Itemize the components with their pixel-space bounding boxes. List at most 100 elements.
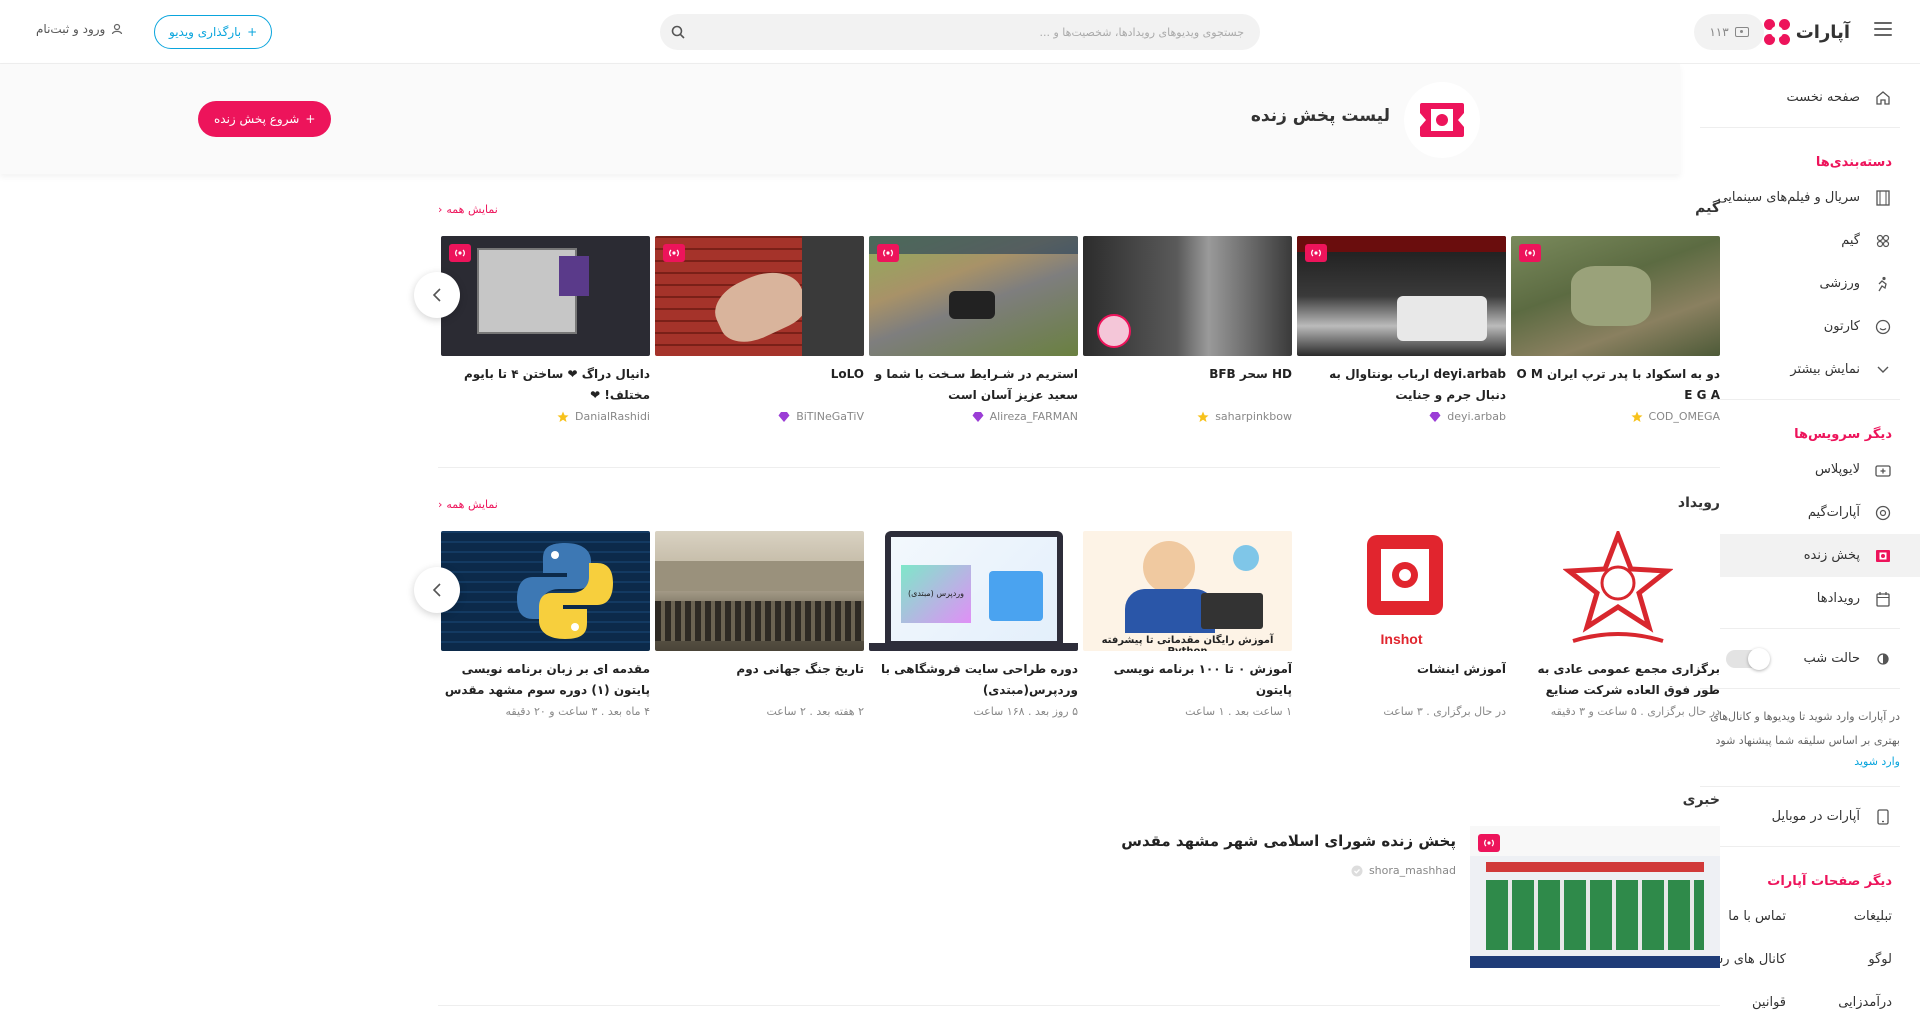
event-meta: ۱ ساعت بعد . ۱ ساعت (1185, 705, 1292, 718)
sidebar-item-home[interactable]: صفحه نخست (1680, 76, 1920, 119)
night-mode-icon (1874, 650, 1892, 668)
live-icon (1874, 547, 1892, 565)
channel-row[interactable]: Alireza_FARMAN (869, 410, 1078, 423)
search-icon[interactable] (660, 14, 696, 50)
event-meta: ۲ هفته بعد . ۲ ساعت (766, 705, 865, 718)
event-card[interactable]: Inshot آموزش اینشات در حال برگزاری . ۳ س… (1297, 531, 1506, 718)
event-title[interactable]: آموزش ۰ تا ۱۰۰ برنامه نویسی پایتون (1083, 659, 1292, 701)
thumbnail[interactable] (441, 531, 650, 651)
news-title[interactable]: پخش زنده شورای اسلامی شهر مشهد مقدس (1121, 832, 1456, 850)
event-card[interactable]: وردپرس (مبتدی) دوره طراحی سایت فروشگاهی … (869, 531, 1078, 718)
video-card[interactable]: دانیال دراگ ❤ ساختن ۴ تا بایوم مختلف! ❤ … (441, 236, 650, 423)
chevron-left-icon: ‹ (438, 203, 443, 216)
video-title[interactable]: HD سحر BFB (1083, 364, 1292, 406)
start-live-button[interactable]: + شروع پخش زنده (198, 101, 332, 137)
star-icon (557, 411, 569, 422)
search-input[interactable] (696, 14, 1260, 50)
video-card[interactable]: دو به اسکواد با پدر ترپ ایران O M E G A … (1511, 236, 1720, 423)
thumbnail[interactable]: وردپرس (مبتدی) (869, 531, 1078, 651)
video-title[interactable]: استریم در شـرایط سـخت با شما و سعید عزیز… (869, 364, 1078, 406)
channel-row[interactable]: DanialRashidi (441, 410, 650, 423)
aparat-game-icon (1874, 504, 1892, 522)
event-meta: ۵ روز بعد . ۱۶۸ ساعت (973, 705, 1078, 718)
top-header: آپارات ۱۱۳ + بارگذاری ویدیو ورود و ثبت‌ن… (0, 0, 1920, 64)
section-title: گیم (1695, 200, 1720, 216)
channel-row[interactable]: BiTINeGaTiV (655, 410, 864, 423)
channel-row[interactable]: shora_mashhad (1121, 864, 1456, 877)
carousel-next-button[interactable] (414, 272, 460, 318)
event-title[interactable]: تاریخ جنگ جهانی دوم (655, 659, 864, 701)
channel-name: shora_mashhad (1368, 864, 1456, 877)
video-title[interactable]: LoLO (655, 364, 864, 406)
video-title[interactable]: دو به اسکواد با پدر ترپ ایران O M E G A (1511, 364, 1721, 406)
upload-video-button[interactable]: + بارگذاری ویدیو (154, 15, 273, 49)
thumbnail[interactable] (1470, 826, 1720, 968)
video-card[interactable]: HD سحر BFB saharpinkbow (1083, 236, 1292, 423)
event-card[interactable]: تاریخ جنگ جهانی دوم ۲ هفته بعد . ۲ ساعت (655, 531, 864, 718)
event-card[interactable]: مقدمه ای بر زبان برنامه نویسی پایتون (۱)… (441, 531, 650, 718)
video-card[interactable]: LoLO BiTINeGaTiV (655, 236, 864, 423)
event-card[interactable]: برگزاری مجمع عمومی عادی به طور فوق العاد… (1511, 531, 1720, 718)
diamond-icon (1429, 411, 1441, 422)
night-mode-toggle[interactable] (1726, 647, 1770, 670)
sidebar-item-label: ورزشی (1819, 276, 1860, 291)
channel-row[interactable]: deyi.arbab (1297, 410, 1506, 423)
thumbnail[interactable] (1511, 531, 1720, 651)
event-meta: در حال برگزاری . ۳ ساعت (1383, 705, 1506, 718)
show-all-link[interactable]: نمایش همه ‹ (438, 498, 498, 511)
plus-icon: + (305, 112, 316, 126)
upload-label: بارگذاری ویدیو (169, 25, 242, 39)
event-title[interactable]: آموزش اینشات (1297, 659, 1506, 701)
plus-icon: + (247, 25, 258, 39)
event-title[interactable]: برگزاری مجمع عمومی عادی به طور فوق العاد… (1511, 659, 1720, 701)
thumbnail[interactable]: Inshot (1297, 531, 1506, 651)
thumbnail[interactable] (655, 531, 864, 651)
divider (1700, 786, 1900, 787)
home-icon (1874, 89, 1892, 107)
game-cards: دو به اسکواد با پدر ترپ ایران O M E G A … (441, 236, 1720, 423)
event-title[interactable]: مقدمه ای بر زبان برنامه نویسی پایتون (۱)… (441, 659, 650, 701)
sidebar-item-label: کارتون (1823, 319, 1860, 334)
page-banner: لیست پخش زنده + شروع پخش زنده (0, 64, 1680, 174)
link-logo[interactable]: لوگو (1786, 938, 1892, 981)
divider (1700, 127, 1900, 128)
channel-name: COD_OMEGA (1648, 410, 1720, 423)
login-link[interactable]: ورود و ثبت‌نام (36, 22, 123, 36)
channel-name: Alireza_FARMAN (989, 410, 1078, 423)
coins-count: ۱۱۳ (1709, 25, 1729, 39)
menu-icon[interactable] (1874, 22, 1892, 36)
channel-row[interactable]: saharpinkbow (1083, 410, 1292, 423)
calendar-icon (1874, 590, 1892, 608)
show-all-link[interactable]: نمایش همه ‹ (438, 203, 498, 216)
event-title[interactable]: دوره طراحی سایت فروشگاهی با وردپرس(مبتدی… (869, 659, 1078, 701)
start-live-label: شروع پخش زنده (214, 112, 300, 126)
thumbnail[interactable] (1511, 236, 1720, 356)
sidebar-item-label: رویدادها (1816, 591, 1860, 606)
coins-badge[interactable]: ۱۱۳ (1694, 14, 1764, 50)
show-all-label: نمایش همه (446, 498, 498, 511)
video-card[interactable]: استریم در شـرایط سـخت با شما و سعید عزیز… (869, 236, 1078, 423)
thumbnail[interactable] (869, 236, 1078, 356)
video-title[interactable]: دانیال دراگ ❤ ساختن ۴ تا بایوم مختلف! ❤ (441, 364, 650, 406)
news-item[interactable]: پخش زنده شورای اسلامی شهر مشهد مقدس shor… (1121, 826, 1720, 968)
logo[interactable]: آپارات (1763, 18, 1850, 46)
carousel-next-button[interactable] (414, 567, 460, 613)
link-monetization[interactable]: درآمدزایی (1786, 981, 1892, 1024)
sidebar-item-label: صفحه نخست (1786, 90, 1860, 105)
thumbnail[interactable] (1083, 236, 1292, 356)
video-card[interactable]: deyi.arbab ارباب بونتاوال به دنبال جرم و… (1297, 236, 1506, 423)
channel-row[interactable]: COD_OMEGA (1511, 410, 1720, 423)
live-icon (663, 244, 685, 262)
link-ads[interactable]: تبلیغات (1786, 895, 1892, 938)
video-title[interactable]: deyi.arbab ارباب بونتاوال به دنبال جرم و… (1297, 364, 1506, 406)
event-card[interactable]: آموزش رایگان مقدماتی تا پیشرفته Python آ… (1083, 531, 1292, 718)
thumbnail[interactable] (1297, 236, 1506, 356)
star-icon (1631, 411, 1643, 422)
smile-icon (1874, 318, 1892, 336)
thumbnail[interactable]: آموزش رایگان مقدماتی تا پیشرفته Python (1083, 531, 1292, 651)
inshot-logo-icon (1367, 535, 1443, 615)
thumbnail[interactable] (655, 236, 864, 356)
thumbnail[interactable] (441, 236, 650, 356)
page-title: لیست پخش زنده (1250, 106, 1390, 126)
event-meta: در حال برگزاری . ۵ ساعت و ۳ دقیقه (1550, 705, 1720, 718)
